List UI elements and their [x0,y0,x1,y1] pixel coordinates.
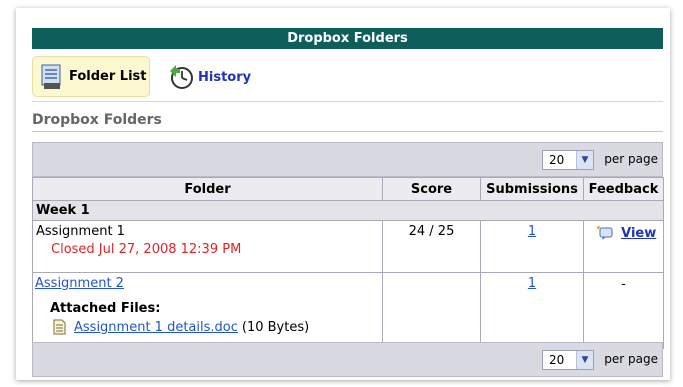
column-header-submissions[interactable]: Submissions [480,177,584,201]
submissions-link[interactable]: 1 [528,224,536,239]
submissions-cell: 1 [480,272,584,349]
document-icon [53,319,66,335]
per-page-value: 20 [549,353,565,367]
dropbox-table: Folder Score Submissions Feedback Week 1… [32,177,664,349]
folder-cell: Assignment 2 Attached Files: Assignment … [32,272,383,349]
per-page-select-top[interactable]: 20 ▼ [542,150,594,170]
folder-list-label: Folder List [69,69,147,84]
status-text: Closed Jul 27, 2008 12:39 PM [51,242,242,257]
column-header-score[interactable]: Score [382,177,481,201]
column-header-feedback[interactable]: Feedback [583,177,664,201]
page-title: Dropbox Folders [32,28,663,49]
view-feedback-link[interactable]: View [621,226,656,241]
history-button[interactable]: History [168,60,251,94]
per-page-value: 20 [549,153,565,167]
per-page-label: per page [604,152,658,166]
table-row: Assignment 1 Closed Jul 27, 2008 12:39 P… [32,220,664,273]
toolbar-divider [32,101,663,102]
attached-file: Assignment 1 details.doc (10 Bytes) [53,319,382,335]
attached-files-label: Attached Files: [50,301,161,316]
file-size: (10 Bytes) [241,319,310,335]
section-title: Dropbox Folders [32,112,162,128]
pager-top: 20 ▼ per page [32,142,663,177]
score-cell: 24 / 25 [382,220,481,273]
table-row: Assignment 2 Attached Files: Assignment … [32,272,664,349]
pager-bottom: 20 ▼ per page [32,342,663,377]
chevron-down-icon[interactable]: ▼ [576,151,593,169]
feedback-cell: View [583,220,664,273]
folder-list-icon [41,64,61,89]
column-header-folder[interactable]: Folder [32,177,383,201]
folder-list-button[interactable]: Folder List [32,56,150,97]
history-clock-icon [170,65,193,89]
score-cell [382,272,481,349]
folder-link[interactable]: Assignment 2 [35,276,124,291]
chevron-down-icon[interactable]: ▼ [576,351,593,369]
section-divider [32,131,663,132]
feedback-cell: - [583,272,664,349]
folder-name: Assignment 1 [36,224,125,239]
submissions-cell: 1 [480,220,584,273]
per-page-select-bottom[interactable]: 20 ▼ [542,350,594,370]
per-page-label: per page [604,352,658,366]
submissions-link[interactable]: 1 [528,276,536,291]
attached-file-link[interactable]: Assignment 1 details.doc [74,320,238,335]
group-label: Week 1 [32,200,664,221]
table-header-row: Folder Score Submissions Feedback [32,177,664,201]
view-feedback-icon[interactable] [596,225,614,241]
folder-cell: Assignment 1 Closed Jul 27, 2008 12:39 P… [32,220,383,273]
history-label: History [198,69,252,85]
group-row: Week 1 [32,200,664,221]
